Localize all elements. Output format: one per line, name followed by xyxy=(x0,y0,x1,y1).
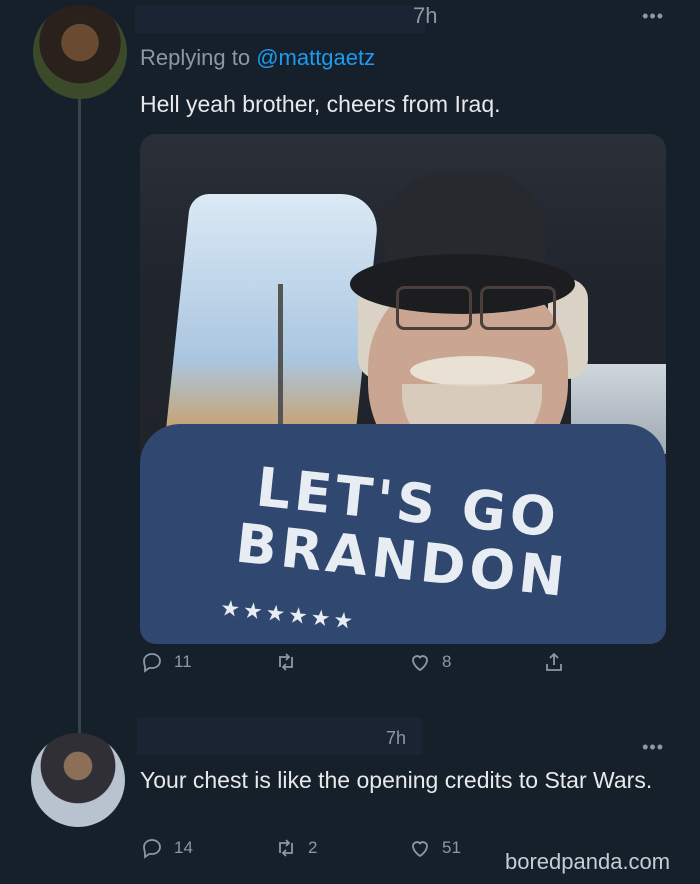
share-button[interactable] xyxy=(542,650,576,674)
glasses-left xyxy=(396,286,472,330)
retweet-count: 2 xyxy=(308,838,318,857)
mustache xyxy=(410,356,535,386)
retweet-button[interactable] xyxy=(274,650,308,674)
like-button[interactable]: 51 xyxy=(408,836,461,860)
watermark: boredpanda.com xyxy=(505,849,671,874)
tweet-photo[interactable]: LET'S GO BRANDON ★★★★★★ xyxy=(140,134,666,644)
retweet-button[interactable]: 2 xyxy=(274,836,317,860)
reply-count: 11 xyxy=(174,652,192,671)
like-count: 8 xyxy=(442,652,452,671)
reply-icon xyxy=(143,653,161,673)
redacted-username xyxy=(135,6,425,33)
more-icon[interactable]: ••• xyxy=(642,6,664,27)
share-icon xyxy=(546,652,562,671)
like-count: 51 xyxy=(442,838,461,857)
reply-handle-link[interactable]: @mattgaetz xyxy=(256,45,375,70)
utility-pole xyxy=(278,284,283,424)
more-icon[interactable]: ••• xyxy=(642,737,664,758)
redacted-username xyxy=(137,718,422,755)
timestamp: 7h xyxy=(413,3,438,28)
tweet-text: Your chest is like the opening credits t… xyxy=(140,767,653,793)
tweet-text: Hell yeah brother, cheers from Iraq. xyxy=(140,91,501,117)
avatar[interactable] xyxy=(31,733,125,827)
glasses-right xyxy=(480,286,556,330)
heart-icon xyxy=(412,841,428,858)
like-button[interactable]: 8 xyxy=(408,650,451,674)
replying-to: Replying to @mattgaetz xyxy=(140,45,375,71)
retweet-icon xyxy=(279,839,293,857)
reply-icon xyxy=(143,839,161,859)
thread-line xyxy=(78,96,81,736)
reply-count: 14 xyxy=(174,838,193,857)
reply-button[interactable]: 11 xyxy=(140,650,192,674)
retweet-icon xyxy=(279,653,293,671)
reply-button[interactable]: 14 xyxy=(140,836,193,860)
timestamp: 7h xyxy=(386,728,407,748)
replying-to-label: Replying to xyxy=(140,45,257,70)
heart-icon xyxy=(412,655,428,672)
avatar[interactable] xyxy=(33,5,127,99)
